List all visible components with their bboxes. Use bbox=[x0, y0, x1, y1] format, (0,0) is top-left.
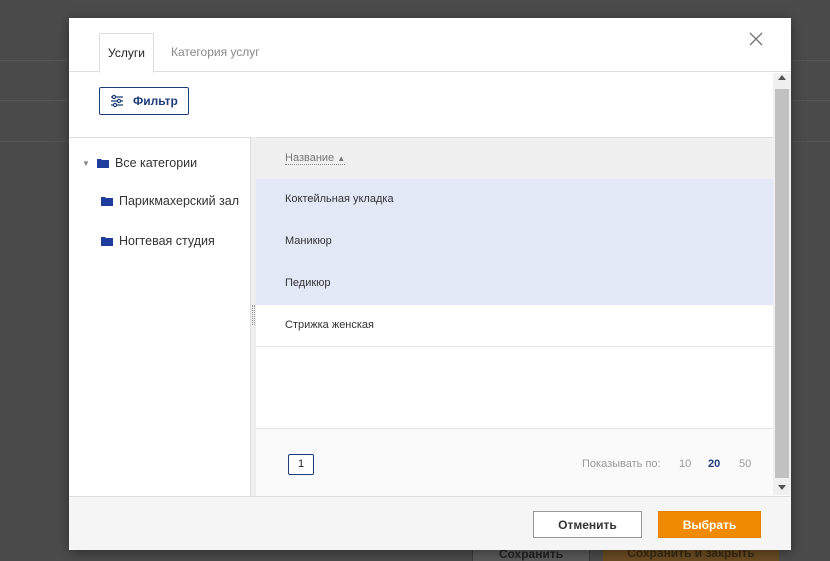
services-grid: Название ▲ Коктейльная укладка Маникюр П… bbox=[256, 137, 773, 497]
tree-item-hair-salon[interactable]: Парикмахерский зал bbox=[101, 194, 239, 208]
cancel-button[interactable]: Отменить bbox=[533, 511, 642, 538]
tab-service-categories[interactable]: Категория услуг bbox=[163, 33, 268, 73]
grid-empty-area bbox=[256, 347, 773, 429]
filter-button[interactable]: Фильтр bbox=[99, 87, 189, 115]
category-tree: ▼ Все категории Парикмахерский зал Ногте… bbox=[69, 137, 250, 496]
pager: 1 Показывать по: 10 20 50 bbox=[256, 429, 773, 497]
table-row[interactable]: Коктейльная укладка bbox=[256, 179, 773, 221]
scroll-thumb[interactable] bbox=[775, 89, 789, 478]
tree-item-nail-studio[interactable]: Ногтевая студия bbox=[101, 234, 215, 248]
scroll-up-arrow-icon[interactable] bbox=[778, 75, 786, 80]
vertical-scrollbar[interactable] bbox=[773, 73, 791, 495]
toolbar: Фильтр bbox=[69, 73, 773, 137]
close-icon[interactable] bbox=[748, 31, 766, 49]
tree-item-label: Парикмахерский зал bbox=[119, 194, 240, 208]
folder-icon bbox=[97, 159, 109, 168]
table-row[interactable]: Педикюр bbox=[256, 263, 773, 305]
tab-services[interactable]: Услуги bbox=[99, 33, 154, 73]
table-row[interactable]: Стрижка женская bbox=[256, 305, 773, 347]
per-page-option-20[interactable]: 20 bbox=[708, 458, 720, 470]
filter-button-label: Фильтр bbox=[133, 94, 178, 108]
tree-item-all-categories[interactable]: ▼ Все категории bbox=[82, 156, 197, 170]
table-row[interactable]: Маникюр bbox=[256, 221, 773, 263]
scroll-down-arrow-icon[interactable] bbox=[778, 485, 786, 490]
page-button[interactable]: 1 bbox=[288, 454, 314, 475]
column-header-name[interactable]: Название ▲ bbox=[285, 152, 346, 165]
sort-asc-icon: ▲ bbox=[337, 154, 346, 163]
grid-header: Название ▲ bbox=[256, 138, 773, 179]
splitter-grip-icon[interactable] bbox=[252, 305, 255, 325]
grid-body: Коктейльная укладка Маникюр Педикюр Стри… bbox=[256, 179, 773, 349]
tree-item-label: Ногтевая студия bbox=[119, 234, 215, 248]
tree-item-label: Все категории bbox=[115, 156, 198, 170]
per-page-option-50[interactable]: 50 bbox=[739, 458, 751, 470]
per-page-option-10[interactable]: 10 bbox=[679, 458, 691, 470]
expand-arrow-icon[interactable]: ▼ bbox=[82, 159, 91, 168]
select-button[interactable]: Выбрать bbox=[658, 511, 761, 538]
filter-sliders-icon bbox=[110, 94, 124, 108]
folder-icon bbox=[101, 237, 113, 246]
folder-icon bbox=[101, 197, 113, 206]
per-page-label: Показывать по: bbox=[582, 458, 661, 470]
column-header-label: Название bbox=[285, 152, 335, 164]
service-picker-dialog: Услуги Категория услуг Фильтр ▼ Все кате… bbox=[69, 18, 791, 550]
dialog-footer: Отменить Выбрать bbox=[69, 496, 791, 550]
tab-bar: Услуги Категория услуг bbox=[69, 18, 791, 73]
